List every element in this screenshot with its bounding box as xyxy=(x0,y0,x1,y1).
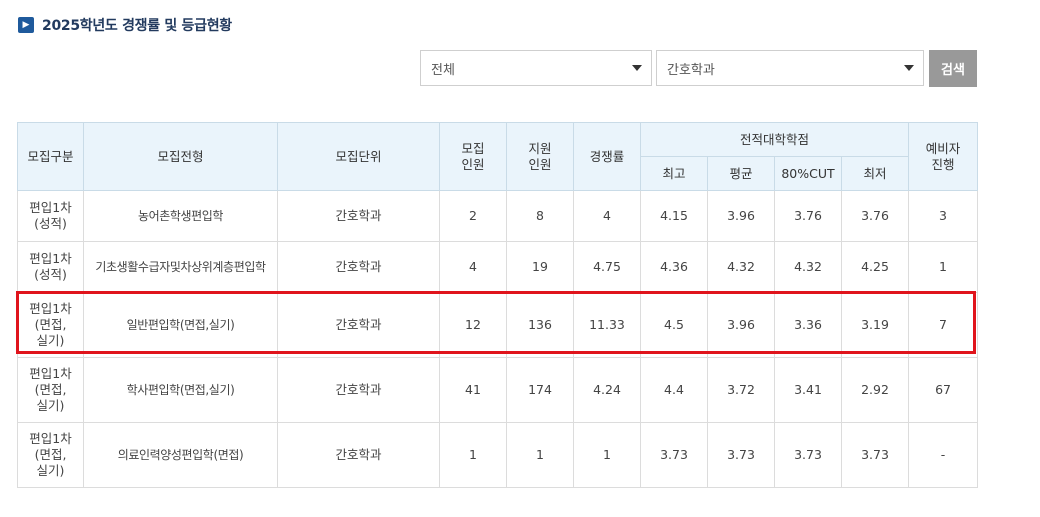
cell-unit: 간호학과 xyxy=(277,292,440,358)
admission-stats-table: 모집구분 모집전형 모집단위 모집 인원 지원 인원 경쟁률 전적대학학점 예비… xyxy=(17,122,979,488)
cell-applicants: 136 xyxy=(506,292,574,358)
cell-gpa-avg: 3.96 xyxy=(707,190,775,242)
cell-track: 일반편입학(면접,실기) xyxy=(83,292,278,358)
chevron-down-icon xyxy=(904,65,914,71)
cell-waitlist: 67 xyxy=(908,357,979,423)
header-ratio: 경쟁률 xyxy=(573,122,641,191)
cell-quota: 4 xyxy=(439,241,507,293)
cell-gpa-min: 2.92 xyxy=(840,357,910,423)
cell-gpa-cut: 3.76 xyxy=(774,190,842,242)
cell-ratio: 4 xyxy=(573,190,641,242)
header-track: 모집전형 xyxy=(83,122,278,191)
cell-unit: 간호학과 xyxy=(277,190,440,242)
cell-gpa-cut: 4.32 xyxy=(774,241,842,293)
header-gpa-avg: 평균 xyxy=(707,156,775,191)
header-gpa-min: 최저 xyxy=(840,156,910,191)
cell-waitlist: 7 xyxy=(908,292,979,358)
cell-gpa-max: 4.4 xyxy=(640,357,708,423)
cell-applicants: 8 xyxy=(506,190,574,242)
cell-quota: 2 xyxy=(439,190,507,242)
cell-gpa-avg: 3.73 xyxy=(707,422,775,488)
cell-gpa-cut: 3.36 xyxy=(774,292,842,358)
cell-gpa-cut: 3.73 xyxy=(774,422,842,488)
cell-quota: 41 xyxy=(439,357,507,423)
header-quota: 모집 인원 xyxy=(439,122,507,191)
table-header-row: 모집구분 모집전형 모집단위 모집 인원 지원 인원 경쟁률 전적대학학점 예비… xyxy=(17,122,979,191)
cell-waitlist: - xyxy=(908,422,979,488)
cell-gpa-max: 4.15 xyxy=(640,190,708,242)
chevron-right-icon: ▶ xyxy=(18,17,34,33)
table-row: 편입1차 (성적) 농어촌학생편입학 간호학과 2 8 4 4.15 3.96 … xyxy=(17,190,979,242)
header-gpa-group: 전적대학학점 xyxy=(639,122,910,157)
header-unit: 모집단위 xyxy=(277,122,440,191)
cell-applicants: 1 xyxy=(506,422,574,488)
category-select-value: 전체 xyxy=(431,62,455,78)
cell-unit: 간호학과 xyxy=(277,422,440,488)
cell-ratio: 4.24 xyxy=(573,357,641,423)
page-title: 2025학년도 경쟁률 및 등급현황 xyxy=(42,18,232,34)
cell-type: 편입1차 (성적) xyxy=(17,241,84,293)
cell-ratio: 1 xyxy=(573,422,641,488)
cell-gpa-avg: 3.96 xyxy=(707,292,775,358)
cell-gpa-max: 4.36 xyxy=(640,241,708,293)
cell-waitlist: 3 xyxy=(908,190,979,242)
table-row: 편입1차 (면접, 실기) 의료인력양성편입학(면접) 간호학과 1 1 1 3… xyxy=(17,422,979,488)
cell-track: 의료인력양성편입학(면접) xyxy=(83,422,278,488)
search-button[interactable]: 검색 xyxy=(929,50,977,87)
cell-applicants: 174 xyxy=(506,357,574,423)
department-select-value: 간호학과 xyxy=(667,62,715,78)
cell-track: 학사편입학(면접,실기) xyxy=(83,357,278,423)
cell-gpa-avg: 4.32 xyxy=(707,241,775,293)
chevron-down-icon xyxy=(632,65,642,71)
cell-quota: 12 xyxy=(439,292,507,358)
header-waitlist: 예비자 진행 xyxy=(908,122,979,191)
cell-gpa-avg: 3.72 xyxy=(707,357,775,423)
table-row-highlighted: 편입1차 (면접, 실기) 일반편입학(면접,실기) 간호학과 12 136 1… xyxy=(17,292,979,358)
header-gpa-cut: 80%CUT xyxy=(774,156,842,191)
cell-type: 편입1차 (면접, 실기) xyxy=(17,357,84,423)
cell-gpa-max: 4.5 xyxy=(640,292,708,358)
cell-applicants: 19 xyxy=(506,241,574,293)
cell-waitlist: 1 xyxy=(908,241,979,293)
cell-unit: 간호학과 xyxy=(277,357,440,423)
cell-ratio: 11.33 xyxy=(573,292,641,358)
cell-unit: 간호학과 xyxy=(277,241,440,293)
cell-gpa-min: 3.76 xyxy=(840,190,910,242)
cell-ratio: 4.75 xyxy=(573,241,641,293)
header-type: 모집구분 xyxy=(17,122,84,191)
cell-gpa-max: 3.73 xyxy=(640,422,708,488)
header-gpa-max: 최고 xyxy=(640,156,708,191)
cell-gpa-cut: 3.41 xyxy=(774,357,842,423)
header-applicants: 지원 인원 xyxy=(506,122,574,191)
department-select[interactable]: 간호학과 xyxy=(656,50,924,86)
table-row: 편입1차 (면접, 실기) 학사편입학(면접,실기) 간호학과 41 174 4… xyxy=(17,357,979,423)
cell-type: 편입1차 (면접, 실기) xyxy=(17,292,84,358)
cell-track: 농어촌학생편입학 xyxy=(83,190,278,242)
cell-type: 편입1차 (성적) xyxy=(17,190,84,242)
cell-gpa-min: 3.73 xyxy=(840,422,910,488)
cell-gpa-min: 4.25 xyxy=(840,241,910,293)
cell-gpa-min: 3.19 xyxy=(840,292,910,358)
table-row: 편입1차 (성적) 기초생활수급자및차상위계층편입학 간호학과 4 19 4.7… xyxy=(17,241,979,293)
category-select[interactable]: 전체 xyxy=(420,50,652,86)
cell-type: 편입1차 (면접, 실기) xyxy=(17,422,84,488)
section-heading: ▶ 2025학년도 경쟁률 및 등급현황 xyxy=(18,14,232,36)
cell-track: 기초생활수급자및차상위계층편입학 xyxy=(83,241,278,293)
cell-quota: 1 xyxy=(439,422,507,488)
